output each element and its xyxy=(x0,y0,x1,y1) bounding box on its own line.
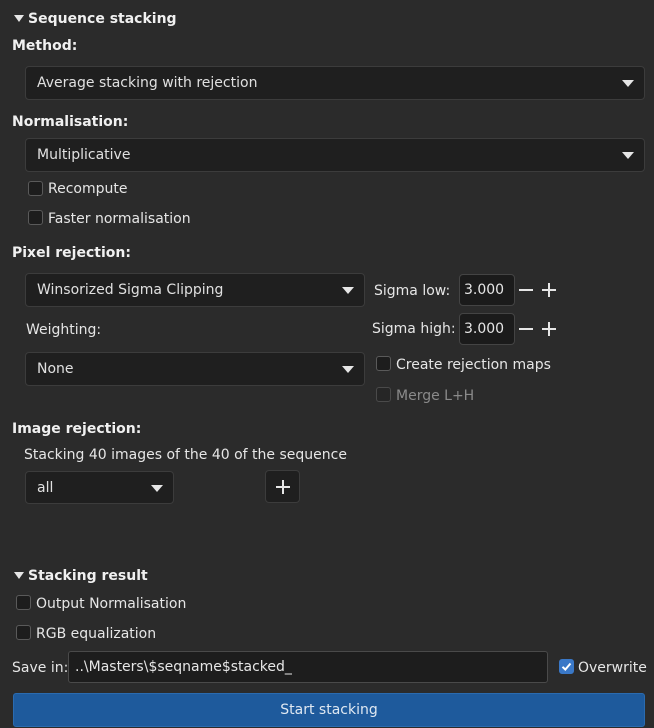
sigma-low-increment-button[interactable] xyxy=(539,280,559,300)
sigma-high-label: Sigma high: xyxy=(372,321,456,337)
start-stacking-button[interactable]: Start stacking xyxy=(13,693,645,727)
chevron-down-icon xyxy=(342,366,354,373)
image-rejection-label: Image rejection: xyxy=(12,421,142,437)
pixel-rejection-dropdown[interactable]: Winsorized Sigma Clipping xyxy=(25,273,365,307)
faster-normalisation-checkbox[interactable] xyxy=(28,210,43,225)
normalisation-dropdown[interactable]: Multiplicative xyxy=(25,138,645,172)
rgb-equalization-label[interactable]: RGB equalization xyxy=(36,625,156,643)
pixel-rejection-label: Pixel rejection: xyxy=(12,245,131,261)
output-normalisation-checkbox[interactable] xyxy=(16,595,31,610)
checkmark-icon xyxy=(561,662,572,671)
overwrite-checkbox[interactable] xyxy=(559,659,574,674)
add-image-rejection-button[interactable] xyxy=(265,470,300,503)
chevron-down-icon xyxy=(622,152,634,159)
save-in-input[interactable]: ..\Masters\$seqname$stacked_ xyxy=(68,651,548,683)
normalisation-label: Normalisation: xyxy=(12,114,129,130)
save-in-value: ..\Masters\$seqname$stacked_ xyxy=(75,659,292,675)
sigma-high-decrement-button[interactable] xyxy=(516,319,536,339)
sigma-low-decrement-button[interactable] xyxy=(516,280,536,300)
normalisation-dropdown-value: Multiplicative xyxy=(37,147,131,163)
recompute-checkbox[interactable] xyxy=(28,181,43,196)
sigma-low-input[interactable]: 3.000 xyxy=(459,274,515,306)
sigma-high-increment-button[interactable] xyxy=(539,319,559,339)
image-rejection-info: Stacking 40 images of the 40 of the sequ… xyxy=(24,447,347,463)
start-stacking-label: Start stacking xyxy=(280,702,378,718)
sigma-low-value: 3.000 xyxy=(464,282,505,298)
plus-icon xyxy=(273,477,293,497)
method-label: Method: xyxy=(12,38,78,54)
weighting-label: Weighting: xyxy=(26,322,102,338)
collapse-triangle-icon[interactable] xyxy=(14,15,24,22)
faster-normalisation-label[interactable]: Faster normalisation xyxy=(48,210,191,228)
chevron-down-icon xyxy=(342,287,354,294)
save-in-label: Save in: xyxy=(12,660,69,676)
merge-lh-label: Merge L+H xyxy=(396,388,475,404)
overwrite-label[interactable]: Overwrite xyxy=(578,659,647,677)
sigma-low-label: Sigma low: xyxy=(374,283,451,299)
collapse-triangle-icon[interactable] xyxy=(14,572,24,579)
chevron-down-icon xyxy=(622,80,634,87)
create-rejection-maps-checkbox[interactable] xyxy=(376,356,391,371)
output-normalisation-label[interactable]: Output Normalisation xyxy=(36,595,186,613)
sequence-stacking-header[interactable]: Sequence stacking xyxy=(28,10,177,28)
weighting-dropdown-value: None xyxy=(37,361,74,377)
image-rejection-dropdown-value: all xyxy=(37,479,54,496)
rgb-equalization-checkbox[interactable] xyxy=(16,625,31,640)
method-dropdown-value: Average stacking with rejection xyxy=(37,75,258,91)
image-rejection-dropdown[interactable]: all xyxy=(25,471,174,504)
method-dropdown[interactable]: Average stacking with rejection xyxy=(25,66,645,100)
chevron-down-icon xyxy=(151,484,163,492)
weighting-dropdown[interactable]: None xyxy=(25,352,365,386)
sigma-high-value: 3.000 xyxy=(464,321,505,337)
stacking-result-header[interactable]: Stacking result xyxy=(28,567,148,585)
merge-lh-checkbox[interactable] xyxy=(376,387,391,402)
recompute-label[interactable]: Recompute xyxy=(48,180,127,198)
pixel-rejection-dropdown-value: Winsorized Sigma Clipping xyxy=(37,282,224,298)
sigma-high-input[interactable]: 3.000 xyxy=(459,313,515,345)
create-rejection-maps-label[interactable]: Create rejection maps xyxy=(396,356,551,374)
